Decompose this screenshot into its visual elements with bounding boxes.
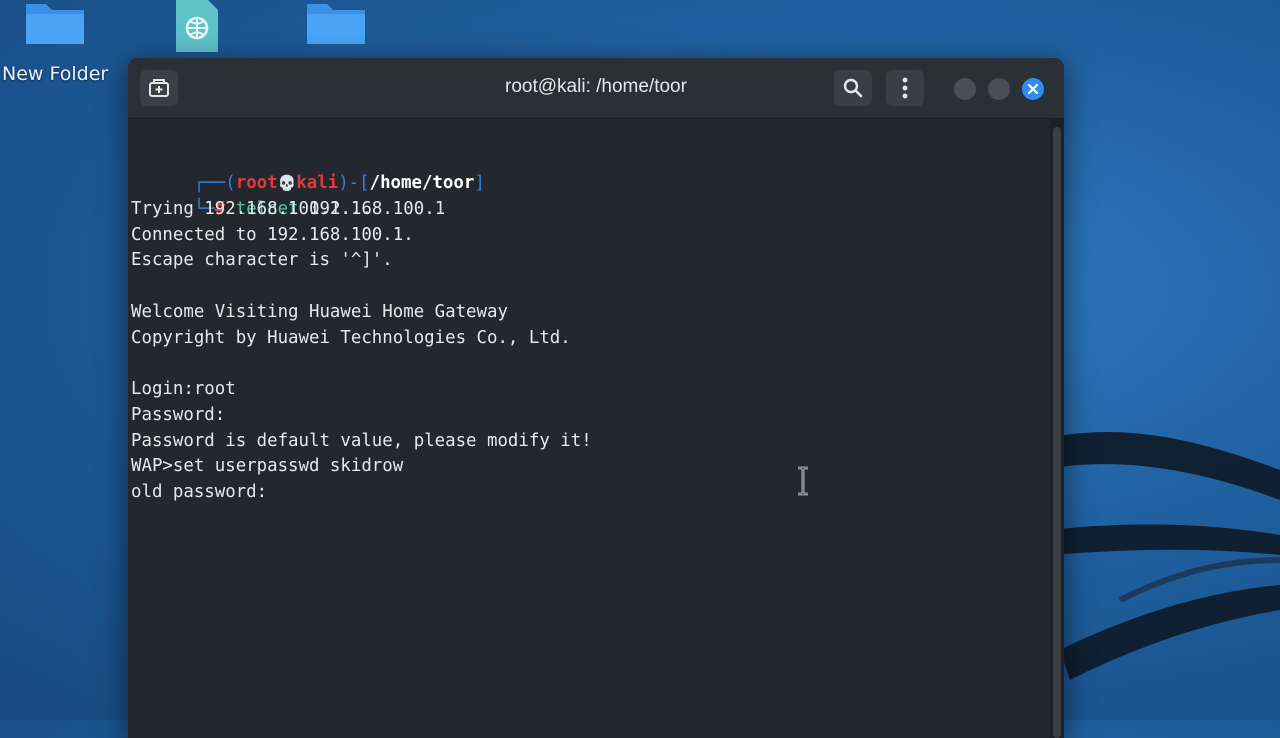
close-icon — [1028, 84, 1038, 94]
output-line: Password is default value, please modify… — [131, 431, 592, 451]
web-file-icon — [176, 0, 218, 52]
maximize-button[interactable] — [988, 78, 1010, 100]
output-line: Connected to 192.168.100.1. — [131, 225, 414, 245]
menu-button[interactable] — [886, 70, 924, 106]
folder-icon — [26, 4, 84, 44]
output-line: old password: — [131, 482, 268, 502]
output-line: Password: — [131, 405, 226, 425]
scrollbar[interactable] — [1050, 119, 1064, 738]
minimize-button[interactable] — [954, 78, 976, 100]
titlebar[interactable]: root@kali: /home/toor — [128, 58, 1064, 119]
output-line: WAP>set userpasswd skidrow — [131, 456, 404, 476]
search-button[interactable] — [834, 70, 872, 106]
desktop-icon-folder[interactable] — [305, 0, 367, 50]
output-line: Copyright by Huawei Technologies Co., Lt… — [131, 328, 571, 348]
output-line: Trying 192.168.100.1... — [131, 199, 372, 219]
folder-icon — [307, 4, 365, 44]
prompt-line: ┌──(root💀kali)-[/home/toor] — [131, 144, 485, 193]
output-line: Login:root — [131, 379, 236, 399]
prompt-box-close: ] — [474, 173, 485, 193]
output-line: Escape character is '^]'. — [131, 250, 393, 270]
output-line: Welcome Visiting Huawei Home Gateway — [131, 302, 508, 322]
close-button[interactable] — [1022, 78, 1044, 100]
desktop-icon-label: New Folder — [2, 63, 109, 85]
terminal-output[interactable]: ┌──(root💀kali)-[/home/toor] └─# telnet 1… — [128, 119, 1050, 738]
scrollbar-thumb[interactable] — [1053, 127, 1061, 738]
text-cursor-icon — [798, 466, 808, 496]
command-line: └─# telnet 192.168.100.1 — [131, 170, 445, 219]
search-icon — [843, 78, 863, 98]
terminal-window[interactable]: root@kali: /home/toor ┌──(root💀kali)-[/h… — [128, 58, 1064, 738]
desktop-icon-new-folder[interactable]: New Folder — [0, 0, 110, 95]
desktop-icon-web-file[interactable] — [172, 0, 222, 55]
kebab-menu-icon — [902, 77, 908, 99]
